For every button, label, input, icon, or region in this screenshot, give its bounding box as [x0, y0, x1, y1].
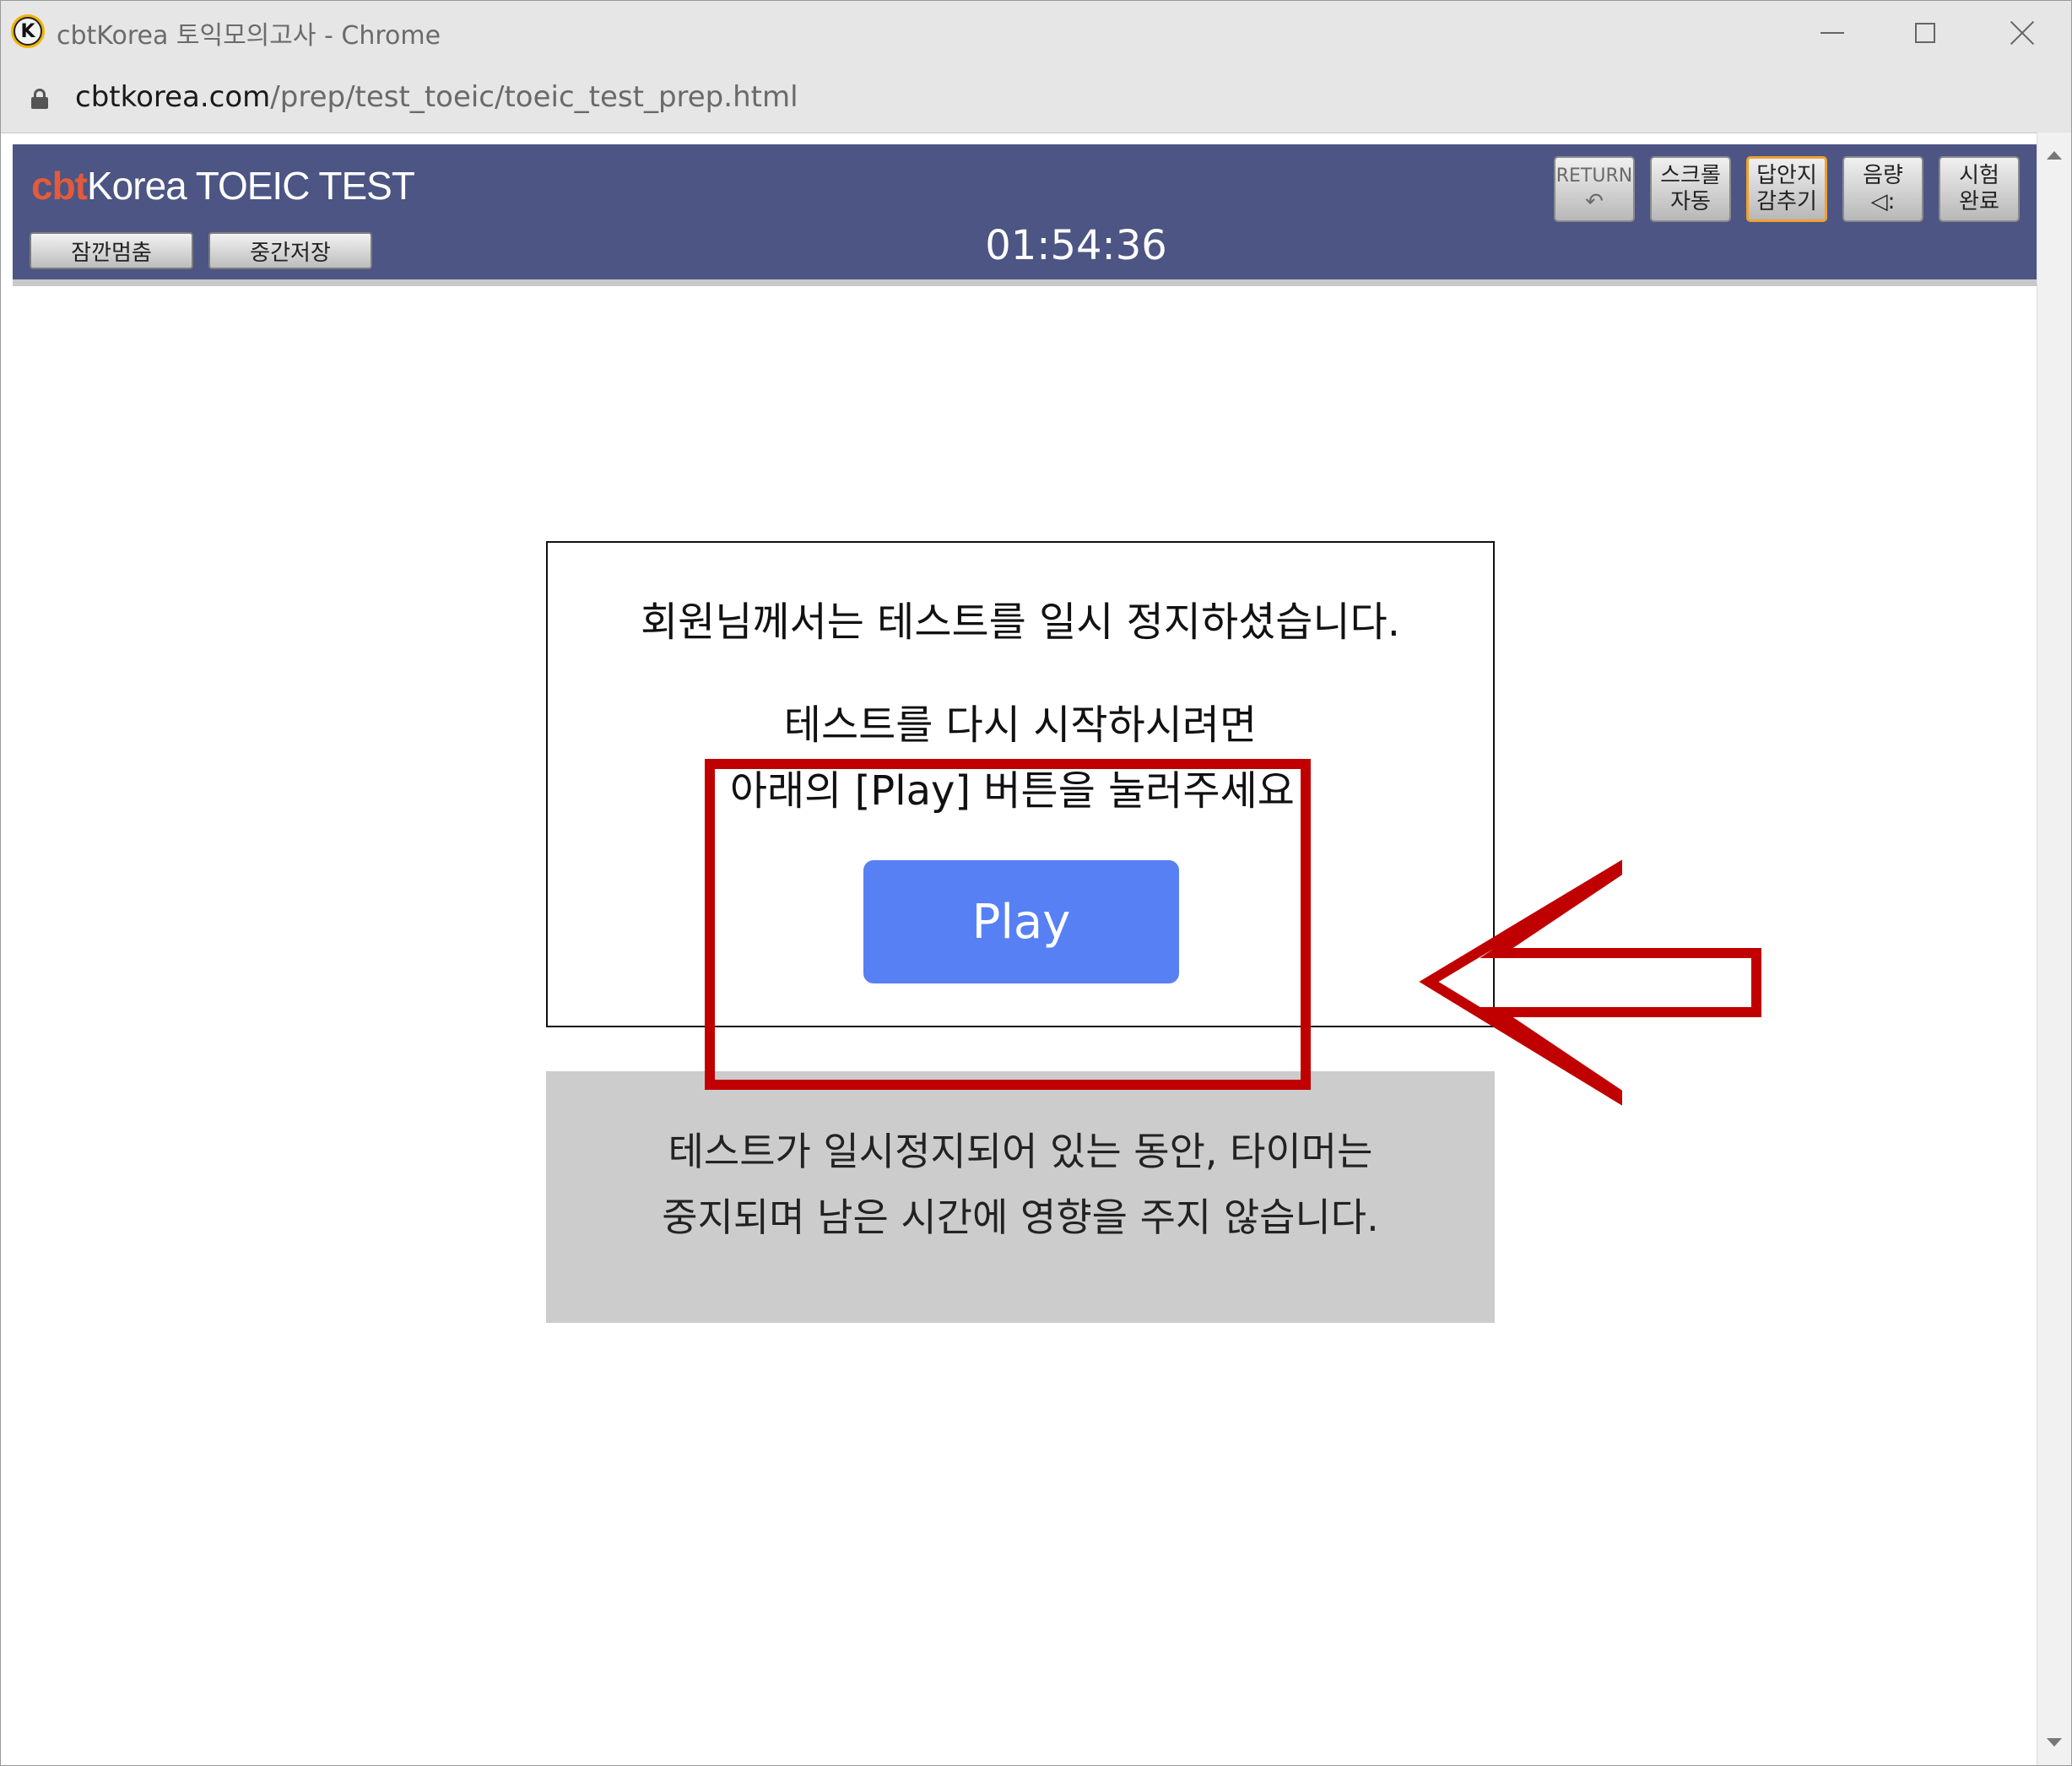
maximize-icon	[1915, 23, 1935, 43]
finish-test-button[interactable]: 시험 완료	[1939, 156, 2020, 222]
pause-info-line-2: 중지되며 남은 시간에 영향을 주지 않습니다.	[662, 1194, 1379, 1240]
browser-window: K cbtKorea 토익모의고사 - Chrome cbtkorea.com/…	[0, 0, 2072, 1766]
minimize-icon	[1820, 32, 1844, 34]
url-host: cbtkorea.com	[75, 80, 271, 114]
logo-cbt: cbt	[31, 164, 88, 208]
close-button[interactable]	[1976, 1, 2069, 65]
logo-toeic-test: TOEIC TEST	[186, 164, 415, 208]
hide-answer-label-2: 감추기	[1756, 189, 1817, 214]
annotation-highlight-box	[705, 759, 1311, 1090]
return-arrow-icon: ↶	[1585, 189, 1604, 214]
pause-button[interactable]: 잠깐멈춤	[30, 232, 193, 269]
maximize-button[interactable]	[1879, 1, 1972, 65]
volume-label: 음량	[1863, 163, 1903, 188]
scroll-up-icon[interactable]	[2047, 151, 2062, 160]
annotation-arrow-icon	[1419, 859, 1761, 1106]
finish-label-2: 완료	[1959, 189, 1999, 214]
url-path: /prep/test_toeic/toeic_test_prep.html	[270, 80, 798, 114]
url-text[interactable]: cbtkorea.com/prep/test_toeic/toeic_test_…	[75, 80, 798, 114]
resume-instruction-line-1: 테스트를 다시 시작하시려면	[783, 702, 1258, 749]
pause-info-line-1: 테스트가 일시정지되어 있는 동안, 타이머는	[668, 1129, 1373, 1174]
finish-label-1: 시험	[1959, 163, 1999, 188]
hide-answer-sheet-button[interactable]: 답안지 감추기	[1746, 156, 1827, 222]
return-button[interactable]: RETURN ↶	[1554, 156, 1635, 222]
hide-answer-label-1: 답안지	[1756, 163, 1817, 188]
title-bar: K cbtKorea 토익모의고사 - Chrome	[1, 1, 2071, 65]
lock-icon[interactable]	[31, 89, 48, 109]
cbtkorea-app-icon: K	[11, 14, 45, 48]
countdown-timer: 01:54:36	[985, 222, 1167, 269]
return-label: RETURN	[1555, 165, 1633, 187]
window-title: cbtKorea 토익모의고사 - Chrome	[57, 21, 441, 51]
close-icon	[2010, 20, 2035, 46]
cbtkorea-logo: cbtKorea TOEIC TEST	[31, 163, 415, 209]
address-bar[interactable]: cbtkorea.com/prep/test_toeic/toeic_test_…	[1, 65, 2071, 133]
auto-scroll-label-2: 자동	[1670, 189, 1711, 214]
auto-scroll-button[interactable]: 스크롤 자동	[1650, 156, 1731, 222]
header-divider	[13, 279, 2037, 286]
speaker-icon: ◁:	[1870, 189, 1896, 214]
auto-scroll-label-1: 스크롤	[1660, 163, 1721, 188]
page-scrollbar[interactable]	[2037, 133, 2071, 1765]
pause-info-text: 테스트가 일시정지되어 있는 동안, 타이머는 중지되며 남은 시간에 영향을 …	[546, 1119, 1495, 1250]
save-progress-button[interactable]: 중간저장	[208, 232, 372, 269]
pause-message: 회원님께서는 테스트를 일시 정지하셨습니다.	[640, 599, 1401, 646]
logo-korea: Korea	[87, 164, 187, 208]
pause-info-box: 테스트가 일시정지되어 있는 동안, 타이머는 중지되며 남은 시간에 영향을 …	[546, 1071, 1495, 1323]
scroll-down-icon[interactable]	[2047, 1738, 2062, 1747]
app-icon-letter: K	[20, 20, 35, 42]
volume-button[interactable]: 음량 ◁:	[1842, 156, 1923, 222]
minimize-button[interactable]	[1786, 1, 1879, 65]
test-header: cbtKorea TOEIC TEST 잠깐멈춤 중간저장 01:54:36 R…	[13, 144, 2037, 279]
